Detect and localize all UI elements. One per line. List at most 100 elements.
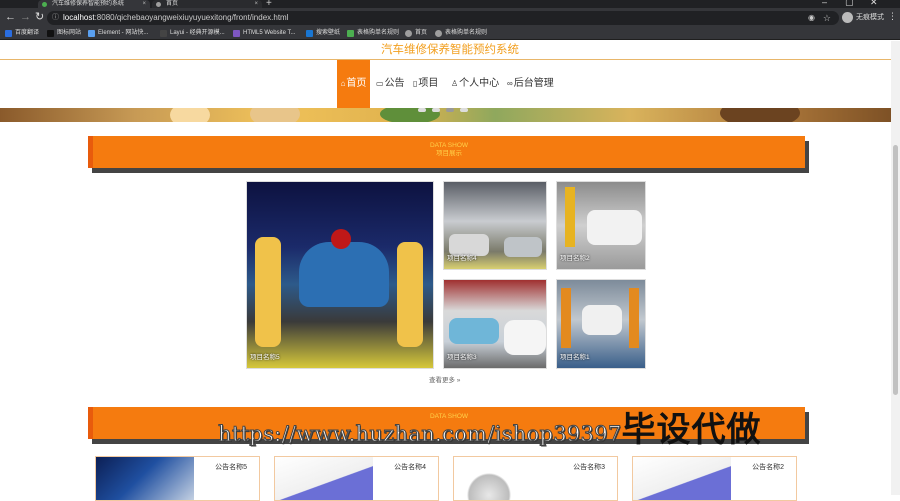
url-input[interactable]: ⓘ localhost:8080/qichebaoyangweixiuyuyue…: [47, 11, 839, 25]
bookmark-item[interactable]: 表格购单名规则: [435, 27, 487, 40]
project-caption: 项目名称2: [560, 255, 590, 262]
robot-arm-image: [629, 288, 639, 348]
reload-icon[interactable]: ↻: [35, 11, 44, 24]
project-card[interactable]: 项目名称2: [556, 181, 646, 270]
bookmark-label: 搜索壁纸: [316, 30, 341, 36]
watermark-url: https://www.huzhan.com/ishop39397: [218, 422, 622, 447]
bookmark-item[interactable]: 表格购单名规则: [347, 27, 399, 40]
project-caption: 项目名称1: [560, 354, 590, 361]
nav-item-admin[interactable]: ∞后台管理: [507, 60, 554, 108]
project-caption: 项目名称5: [250, 354, 280, 361]
bookmark-item[interactable]: 首页: [405, 27, 427, 40]
car-image: [582, 305, 622, 335]
browser-tab-active[interactable]: 汽车维修保养智能预约系统 ×: [38, 0, 150, 8]
user-icon: ♙: [451, 79, 459, 88]
browser-tab-bar: 汽车维修保养智能预约系统 × 首页 × + – ▢ ✕: [0, 0, 900, 9]
project-caption: 项目名称4: [447, 255, 477, 262]
banner-wood: [720, 108, 800, 122]
carousel-dot-active[interactable]: [446, 108, 454, 112]
bookmark-icon: [88, 30, 95, 37]
notice-image: [633, 457, 731, 500]
nav-item-notice[interactable]: ▭公告: [376, 60, 405, 108]
notice-image: [275, 457, 373, 500]
notice-image: [454, 457, 552, 500]
profile-button[interactable]: 无痕模式: [842, 11, 884, 24]
tab-close-icon[interactable]: ×: [254, 0, 258, 8]
url-host: localhost: [63, 13, 95, 22]
nav-label: 公告: [384, 78, 405, 89]
notice-card[interactable]: 公告名称5: [95, 456, 260, 501]
project-card[interactable]: 项目名称5: [246, 181, 434, 369]
bookmark-icon: [347, 30, 354, 37]
nav-label: 个人中心: [459, 78, 500, 89]
home-icon: ⌂: [340, 79, 346, 88]
bookmark-star-icon[interactable]: ☆: [823, 11, 831, 25]
bookmark-item[interactable]: Element - 网站快...: [88, 27, 148, 40]
maximize-icon[interactable]: ▢: [845, 0, 854, 8]
nav-item-user-center[interactable]: ♙个人中心: [451, 60, 499, 108]
carousel-dot[interactable]: [432, 108, 440, 112]
view-more-link[interactable]: 查看更多 »: [429, 374, 460, 384]
scrollbar-thumb[interactable]: [893, 145, 898, 395]
project-caption: 项目名称3: [447, 354, 477, 361]
minimize-icon[interactable]: –: [822, 0, 827, 7]
bookmark-item[interactable]: 搜索壁纸: [306, 27, 340, 40]
notice-title: 公告名称2: [752, 464, 784, 471]
banner-figure: [170, 108, 210, 122]
nav-item-home[interactable]: ⌂首页: [337, 60, 370, 108]
car-image: [587, 210, 642, 245]
bookmark-item[interactable]: HTML5 Website T...: [233, 27, 295, 40]
bookmark-icon: [306, 30, 313, 37]
url-path: :8080/qichebaoyangweixiuyuyuexitong/fron…: [94, 13, 289, 22]
carousel-dot[interactable]: [418, 108, 426, 112]
window-close-icon[interactable]: ✕: [870, 0, 878, 8]
bookmark-item[interactable]: Layui - 经典开源模...: [160, 27, 225, 40]
watermark-text: 毕设代做: [621, 410, 762, 450]
tab-title: 汽车维修保养智能预约系统: [52, 1, 125, 7]
back-icon[interactable]: ←: [5, 11, 16, 24]
car-image: [299, 242, 389, 307]
nav-item-project[interactable]: ▯项目: [413, 60, 438, 108]
notice-title: 公告名称4: [394, 464, 426, 471]
tab-close-icon[interactable]: ×: [142, 0, 146, 8]
browser-tab[interactable]: 首页 ×: [152, 0, 262, 8]
worker-image: [255, 237, 281, 347]
nav-label: 后台管理: [513, 78, 554, 89]
project-card[interactable]: 项目名称3: [443, 279, 547, 369]
car-image: [504, 320, 546, 355]
nav-label: 首页: [346, 78, 367, 89]
worker-image: [397, 242, 423, 347]
bookmark-item[interactable]: 百度翻译: [5, 27, 39, 40]
tab-favicon-icon: [156, 2, 161, 7]
robot-arm-image: [561, 288, 571, 348]
browser-menu-icon[interactable]: ⋮: [888, 11, 897, 22]
forward-icon[interactable]: →: [20, 11, 31, 24]
bookmark-label: 百度翻译: [15, 30, 40, 36]
notice-card[interactable]: 公告名称2: [632, 456, 797, 501]
tab-favicon-icon: [42, 2, 47, 7]
project-card[interactable]: 项目名称1: [556, 279, 646, 369]
bookmark-label: 表格购单名规则: [357, 30, 400, 36]
notice-card[interactable]: 公告名称4: [274, 456, 439, 501]
avatar-icon: [842, 12, 853, 23]
notice-card[interactable]: 公告名称3: [453, 456, 618, 501]
tab-title: 首页: [166, 1, 179, 7]
banner-figure: [250, 108, 300, 122]
bookmark-label: Layui - 经典开源模...: [170, 30, 225, 36]
project-card[interactable]: 项目名称4: [443, 181, 547, 270]
car-image: [449, 318, 499, 344]
car-image: [504, 237, 542, 257]
bookmarks-bar: 百度翻译 图标网站 Element - 网站快... Layui - 经典开源模…: [0, 27, 900, 40]
cursor-highlight: [331, 229, 351, 249]
incognito-eye-icon[interactable]: ◉: [808, 11, 815, 25]
bookmark-icon: [233, 30, 240, 37]
bookmark-label: HTML5 Website T...: [243, 30, 296, 36]
carousel-dot[interactable]: [460, 108, 468, 112]
nav-label: 项目: [418, 78, 439, 89]
robot-arm-image: [565, 187, 575, 247]
site-title: 汽车维修保养智能预约系统: [0, 41, 900, 60]
bookmark-icon: [47, 30, 54, 37]
page-scrollbar[interactable]: [891, 41, 900, 495]
bookmark-item[interactable]: 图标网站: [47, 27, 81, 40]
bookmark-icon: [5, 30, 12, 37]
